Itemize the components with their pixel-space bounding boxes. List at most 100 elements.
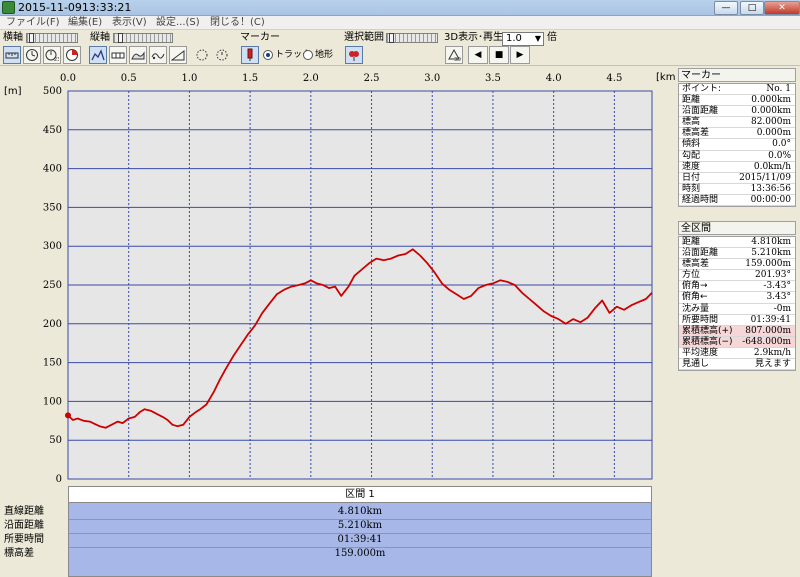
terrain-icon[interactable] — [129, 46, 147, 64]
section-header[interactable]: 区間 1 — [68, 486, 652, 503]
marker-track-radio[interactable] — [263, 50, 273, 60]
info-key: 時刻 — [682, 183, 701, 194]
menu-edit[interactable]: 編集(E) — [68, 16, 102, 30]
curve-icon[interactable] — [149, 46, 167, 64]
horizontal-axis-slider[interactable] — [26, 33, 78, 43]
maximize-button[interactable]: □ — [740, 1, 764, 15]
slider-thumb[interactable] — [389, 33, 394, 43]
info-row: 速度 0.0km/h — [679, 162, 795, 173]
menu-view[interactable]: 表示(V) — [112, 16, 147, 30]
info-key: 沈み量 — [682, 303, 710, 314]
selection-range-label: 選択範囲 — [344, 32, 384, 43]
x-tick-label: 4.5 — [606, 73, 622, 84]
info-value: 0.000km — [751, 95, 791, 106]
info-row: 標高差 0.000m — [679, 128, 795, 140]
marker-label: マーカー — [240, 32, 280, 43]
selection-marker-icon[interactable] — [345, 46, 363, 64]
info-value: 5.210km — [751, 248, 791, 259]
x-tick-label: 1.0 — [181, 73, 197, 84]
info-key: 沿面距離 — [682, 248, 719, 259]
info-key: 標高差 — [682, 259, 710, 270]
info-key: 方位 — [682, 270, 701, 281]
info-value: 見えます — [754, 359, 791, 370]
play-stop-button[interactable]: ■ — [489, 46, 509, 64]
svg-text:3D: 3D — [454, 57, 461, 62]
speed-combo[interactable]: 1.0 ▼ — [502, 32, 544, 46]
section-label-straight: 直線距離 — [4, 506, 44, 517]
section-label-elev-diff: 標高差 — [4, 548, 34, 559]
y-tick-label: 350 — [43, 202, 62, 213]
app-icon — [2, 1, 15, 14]
menu-close[interactable]: 閉じる！(C) — [210, 16, 265, 30]
menu-file[interactable]: ファイル(F) — [6, 16, 60, 30]
selection-range-slider[interactable] — [386, 33, 438, 43]
pie-clock-icon[interactable] — [63, 46, 81, 64]
y-tick-label: 250 — [43, 280, 62, 291]
info-key: 距離 — [682, 237, 701, 247]
info-value: 0.0km/h — [753, 161, 791, 172]
info-value: 159.000m — [745, 259, 791, 270]
vertical-axis-slider[interactable] — [113, 33, 173, 43]
info-value: No. 1 — [766, 84, 791, 94]
play-prev-button[interactable]: ◀ — [468, 46, 488, 64]
info-value: 0.0% — [768, 150, 791, 161]
info-row: 日付 2015/11/09 — [679, 173, 795, 184]
info-key: 俯角→ — [682, 281, 708, 292]
playback-label: 3D表示･再生 — [444, 32, 504, 43]
section-label-surface: 沿面距離 — [4, 520, 44, 531]
info-key: 傾斜 — [682, 139, 701, 150]
menu-settings[interactable]: 設定...(S) — [156, 16, 200, 30]
dotted-circle-icon[interactable] — [193, 46, 211, 64]
marker-terrain-radio[interactable] — [303, 50, 313, 60]
info-key: 見通し — [682, 359, 710, 370]
x-tick-label: 4.0 — [546, 73, 562, 84]
info-row: ポイント: No. 1 — [679, 84, 795, 96]
title-bar: 2015-11-0913:33:21 — □ ✕ — [0, 0, 800, 16]
total-table: 距離 4.810km 沿面距離 5.210km 標高差 159.000m 方位 201.93°… — [678, 236, 796, 372]
y-tick-label: 200 — [43, 319, 62, 330]
info-value: -648.000m — [742, 336, 791, 347]
info-value: 0.000m — [756, 128, 791, 139]
minimize-button[interactable]: — — [714, 1, 738, 15]
section-summary-panel: 直線距離 沿面距離 所要時間 標高差 区間 1 4.810km 5.210km … — [0, 486, 676, 577]
info-value: 2015/11/09 — [739, 172, 791, 183]
clock-icon[interactable] — [23, 46, 41, 64]
marker-pin-icon[interactable] — [241, 46, 259, 64]
dotted-clock-icon[interactable] — [213, 46, 231, 64]
bar-ruler-icon[interactable] — [109, 46, 127, 64]
ruler-icon[interactable] — [3, 46, 21, 64]
x-tick-label: 1.5 — [242, 73, 258, 84]
slider-thumb[interactable] — [29, 33, 34, 43]
x-tick-label: 3.5 — [485, 73, 501, 84]
chevron-down-icon[interactable]: ▼ — [535, 33, 541, 45]
y-tick-label: 100 — [43, 396, 62, 407]
info-row: 距離 0.000km — [679, 95, 795, 107]
toolbar: 横軸 縦軸 23 マーカー トラック 地形 選択範囲 3D表示･再生 1.0 ▼… — [0, 30, 800, 66]
info-key: 標高差 — [682, 128, 710, 139]
section-value-time: 01:39:41 — [337, 534, 383, 545]
mountain-profile-icon[interactable] — [89, 46, 107, 64]
x-axis-label: [km] — [656, 72, 676, 83]
slope-icon[interactable] — [169, 46, 187, 64]
app-window: 2015-11-0913:33:21 — □ ✕ ファイル(F) 編集(E) 表… — [0, 0, 800, 577]
info-key: 累積標高(+) — [682, 325, 733, 336]
info-row: 勾配 0.0% — [679, 151, 795, 162]
elevation-chart[interactable]: 0.0 0.5 1.0 1.5 2.0 2.5 3.0 3.5 4.0 4.5 0 50 100 150… — [0, 66, 676, 486]
y-tick-label: 450 — [43, 125, 62, 136]
info-row: 標高差 159.000m — [679, 259, 795, 271]
speed-unit: 倍 — [547, 32, 557, 43]
clock-counter-icon[interactable]: 23 — [43, 46, 61, 64]
play-next-button[interactable]: ▶ — [510, 46, 530, 64]
y-tick-label: 150 — [43, 358, 62, 369]
section-values: 4.810km 5.210km 01:39:41 159.000m — [68, 503, 652, 577]
close-button[interactable]: ✕ — [764, 1, 800, 15]
section-label-time: 所要時間 — [4, 534, 44, 545]
info-value: -3.43° — [763, 281, 791, 292]
info-row: 沿面距離 5.210km — [679, 248, 795, 260]
slider-thumb[interactable] — [118, 33, 123, 43]
info-key: 経過時間 — [682, 194, 719, 205]
info-key: 勾配 — [682, 150, 701, 161]
section-value-elev-diff: 159.000m — [334, 548, 386, 559]
y-tick-label: 50 — [49, 435, 62, 446]
3d-view-icon[interactable]: 3D — [445, 46, 463, 64]
